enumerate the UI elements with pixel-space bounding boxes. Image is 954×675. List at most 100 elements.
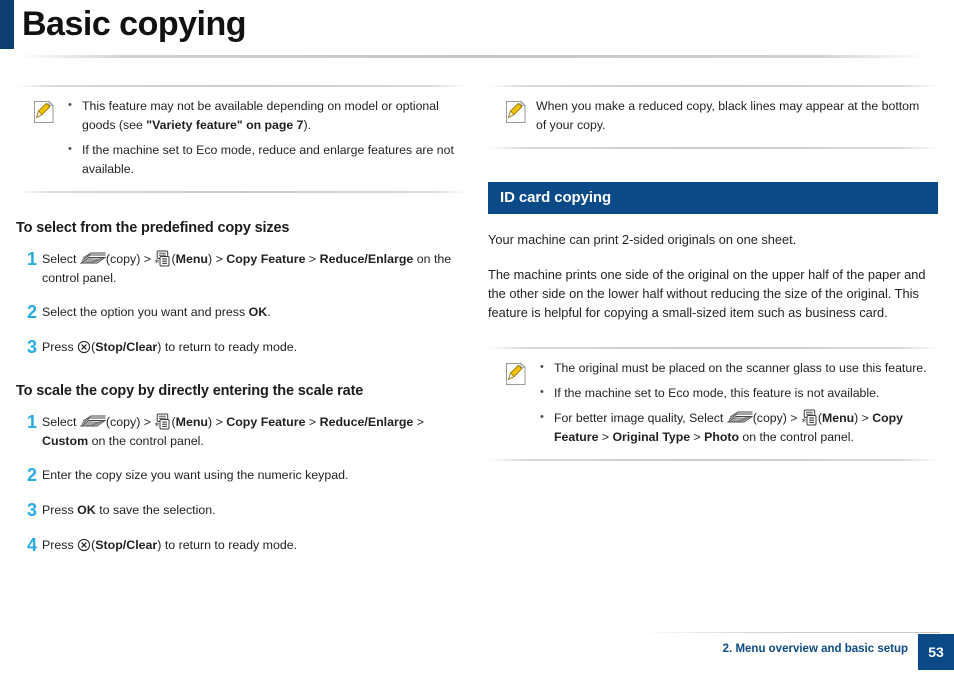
select-label: Select xyxy=(42,415,77,429)
control-panel-tail: on the control panel. xyxy=(91,433,204,448)
note-bullet-item: This feature may not be available depend… xyxy=(64,96,458,135)
menu-label: (Menu) xyxy=(171,252,213,266)
subheading-predefined-copy-sizes: To select from the predefined copy sizes xyxy=(16,220,290,236)
chevron-separator: > xyxy=(416,415,424,429)
section-bar-id-card-copying: ID card copying xyxy=(488,182,938,214)
vertical-spacer xyxy=(488,322,938,346)
step-number: 2 xyxy=(27,465,38,485)
step-item: 2 Enter the copy size you want using the… xyxy=(16,466,466,485)
svg-text:*: * xyxy=(155,258,160,268)
step-text: Press (Stop/Clear) to return to ready mo… xyxy=(42,536,466,555)
svg-text:*: * xyxy=(801,417,806,427)
variety-feature-reference: "Variety feature" on page 7 xyxy=(146,118,304,132)
step-item: 4 Press (Stop/Clear) to return to ready … xyxy=(16,536,466,555)
menu-label: (Menu) xyxy=(171,415,213,429)
step-text: Press (Stop/Clear) to return to ready mo… xyxy=(42,338,466,357)
original-type-label: Original Type xyxy=(612,430,691,444)
copy-label: (copy) xyxy=(752,411,787,425)
press-label: Press xyxy=(42,503,74,517)
chevron-separator: > xyxy=(790,411,798,425)
step-item: 3 Press (Stop/Clear) to return to ready … xyxy=(16,338,466,357)
copy-feature-label: Copy Feature xyxy=(226,415,306,429)
page-title: Basic copying xyxy=(22,5,247,43)
note-bullet-item: If the machine set to Eco mode, this fea… xyxy=(536,383,930,403)
note-bullet-list: The original must be placed on the scann… xyxy=(536,358,930,447)
chevron-separator: > xyxy=(143,415,152,429)
step-number: 3 xyxy=(27,337,38,357)
chevron-separator: > xyxy=(308,252,317,266)
chevron-separator: > xyxy=(861,411,869,425)
note-bullet-item: For better image quality, Select xyxy=(536,408,930,447)
reduce-enlarge-label: Reduce/Enlarge xyxy=(319,252,414,266)
page-header: Basic copying xyxy=(0,0,954,62)
note-bullet-list: This feature may not be available depend… xyxy=(64,96,458,179)
note-callout-left: This feature may not be available depend… xyxy=(16,84,466,194)
title-accent-bar xyxy=(0,0,14,49)
reduce-enlarge-label: Reduce/Enlarge xyxy=(319,415,414,429)
right-column: When you make a reduced copy, black line… xyxy=(488,84,938,462)
note-bullet-item: If the machine set to Eco mode, reduce a… xyxy=(64,140,458,179)
copy-feature-label: Copy Feature xyxy=(226,252,306,266)
step-item: 1 Select (copy) > * (Menu) > Copy Featur… xyxy=(16,250,466,287)
page-number-badge: 53 xyxy=(918,634,954,670)
footer-divider xyxy=(640,632,940,633)
note-bullet-text-tail: ). xyxy=(303,118,312,132)
menu-icon: * xyxy=(801,409,818,428)
step-text: Press OK to save the selection. xyxy=(42,501,466,520)
step-text: Select the option you want and press OK. xyxy=(42,303,466,322)
body-paragraph: The machine prints one side of the origi… xyxy=(488,267,926,320)
stop-clear-label: (Stop/Clear) xyxy=(91,340,162,354)
note-bullet-item: The original must be placed on the scann… xyxy=(536,358,930,378)
chevron-separator: > xyxy=(308,415,317,429)
step-item: 3 Press OK to save the selection. xyxy=(16,501,466,520)
steps-list-predefined: 1 Select (copy) > * (Menu) > Copy Featur… xyxy=(16,250,466,357)
ready-mode-tail: to return to ready mode. xyxy=(164,538,298,552)
note-pencil-icon xyxy=(504,100,528,129)
note-callout-right-bottom: The original must be placed on the scann… xyxy=(488,346,938,462)
chevron-separator: > xyxy=(215,415,223,429)
copy-icon xyxy=(79,252,107,267)
step-number: 4 xyxy=(27,535,38,555)
step-item: 2 Select the option you want and press O… xyxy=(16,303,466,322)
step-text: Select (copy) > * (Menu) > Copy Feature … xyxy=(42,413,466,450)
menu-label: (Menu) xyxy=(817,411,859,425)
copy-label: (copy) xyxy=(105,252,141,266)
ok-label: OK xyxy=(77,503,96,517)
step-number: 3 xyxy=(27,500,38,520)
left-column: This feature may not be available depend… xyxy=(16,84,466,571)
step-item: 1 Select (copy) > * (Menu) > Copy Featur… xyxy=(16,413,466,450)
stop-clear-icon xyxy=(77,538,91,552)
step-text-tail: to save the selection. xyxy=(99,503,216,517)
steps-list-scale-rate: 1 Select (copy) > * (Menu) > Copy Featur… xyxy=(16,413,466,555)
page-footer: 2. Menu overview and basic setup 53 xyxy=(0,632,954,675)
svg-text:*: * xyxy=(155,421,160,431)
body-paragraph: Your machine can print 2-sided originals… xyxy=(488,232,797,247)
chevron-separator: > xyxy=(215,252,223,266)
chevron-separator: > xyxy=(693,430,701,444)
note-callout-right-top: When you make a reduced copy, black line… xyxy=(488,84,938,150)
subheading-scale-rate: To scale the copy by directly entering t… xyxy=(16,383,364,399)
note-pencil-icon xyxy=(32,100,56,129)
control-panel-tail: on the control panel. xyxy=(742,430,854,444)
step-number: 1 xyxy=(27,249,38,269)
stop-clear-label: (Stop/Clear) xyxy=(91,538,162,552)
header-divider xyxy=(16,55,928,58)
footer-chapter-label: 2. Menu overview and basic setup xyxy=(722,643,908,655)
step-text: Enter the copy size you want using the n… xyxy=(42,468,349,482)
step-text-lead: Select the option you want and press xyxy=(42,305,249,319)
step-number: 1 xyxy=(27,412,38,432)
step-text-tail: . xyxy=(267,305,271,319)
press-label: Press xyxy=(42,340,74,354)
menu-icon: * xyxy=(154,413,171,432)
step-number: 2 xyxy=(27,302,38,322)
step-text: Select (copy) > * (Menu) > Copy Feature … xyxy=(42,250,466,287)
chevron-separator: > xyxy=(601,430,610,444)
copy-label: (copy) xyxy=(105,415,141,429)
note-pencil-icon xyxy=(504,362,528,391)
note-text: When you make a reduced copy, black line… xyxy=(536,99,920,132)
copy-icon xyxy=(79,415,107,430)
press-label: Press xyxy=(42,538,74,552)
ready-mode-tail: to return to ready mode. xyxy=(164,340,298,354)
select-label: Select xyxy=(42,252,77,266)
stop-clear-icon xyxy=(77,340,91,354)
